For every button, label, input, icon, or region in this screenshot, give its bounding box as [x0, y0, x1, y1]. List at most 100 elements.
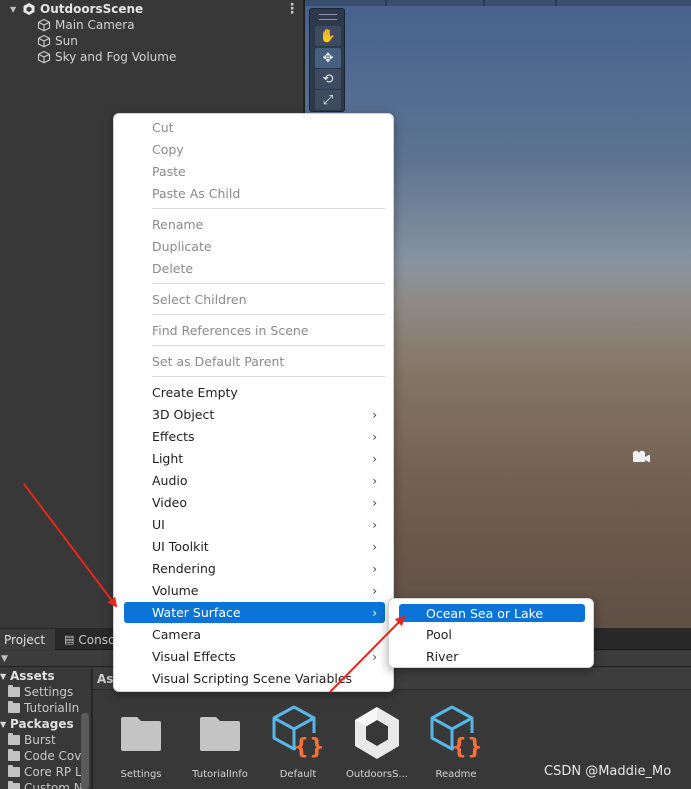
asset-label: Default: [279, 769, 317, 780]
submenu-item-river[interactable]: River: [399, 647, 585, 665]
dropdown-arrow-icon[interactable]: ▼: [1, 654, 8, 664]
fold-arrow-icon[interactable]: ▼: [0, 720, 10, 729]
chevron-right-icon: ›: [372, 583, 377, 598]
menu-item-label: Light: [152, 451, 184, 466]
tree-item-settings[interactable]: Settings: [8, 684, 73, 700]
tree-item-label: Packages: [10, 717, 74, 731]
menu-item-label: Volume: [152, 583, 199, 598]
menu-item-effects[interactable]: Effects ›: [124, 426, 385, 447]
tree-scrollbar[interactable]: [81, 713, 89, 789]
menu-item-label: Set as Default Parent: [152, 354, 285, 369]
tree-item-tutorialinfo[interactable]: TutorialIn: [8, 700, 79, 716]
menu-item-paste-as-child[interactable]: Paste As Child: [124, 183, 385, 204]
menu-item-paste[interactable]: Paste: [124, 161, 385, 182]
menu-item-light[interactable]: Light ›: [124, 448, 385, 469]
menu-separator: [152, 283, 385, 284]
menu-item-select-children[interactable]: Select Children: [124, 289, 385, 310]
scale-tool-button[interactable]: ⤢: [315, 90, 341, 110]
menu-item-audio[interactable]: Audio ›: [124, 470, 385, 491]
fold-arrow-icon[interactable]: ▼: [0, 672, 10, 681]
scale-icon: ⤢: [322, 92, 334, 108]
folder-icon: [200, 717, 240, 751]
hierarchy-item-label: Sun: [55, 34, 78, 48]
asset-tutorialinfo[interactable]: TutorialInfo: [184, 705, 256, 789]
menu-item-label: Find References in Scene: [152, 323, 309, 338]
hand-icon: ✋: [319, 28, 337, 44]
move-icon: ✥: [322, 50, 334, 66]
hierarchy-item-sky-fog-volume[interactable]: Sky and Fog Volume: [37, 49, 176, 65]
asset-default[interactable]: {} Default: [262, 705, 334, 789]
menu-item-label: Pool: [426, 626, 452, 642]
asset-readme[interactable]: {} Readme: [420, 705, 492, 789]
tree-item-core-rp[interactable]: Core RP L: [8, 764, 82, 780]
camera-gizmo-icon[interactable]: [630, 449, 652, 465]
scene-name: OutdoorsScene: [40, 2, 144, 16]
tree-item-code-coverage[interactable]: Code Cov: [8, 748, 81, 764]
chevron-right-icon: ›: [372, 605, 377, 620]
menu-item-visual-scripting-scene-variables[interactable]: Visual Scripting Scene Variables: [124, 668, 385, 689]
chevron-right-icon: ›: [372, 517, 377, 532]
tree-item-assets[interactable]: ▼ Assets: [0, 668, 55, 684]
menu-item-copy[interactable]: Copy: [124, 139, 385, 160]
tree-item-custom[interactable]: Custom N: [8, 780, 83, 789]
menu-item-duplicate[interactable]: Duplicate: [124, 236, 385, 257]
menu-item-volume[interactable]: Volume ›: [124, 580, 385, 601]
chevron-right-icon: ›: [372, 451, 377, 466]
tree-item-packages[interactable]: ▼ Packages: [0, 716, 74, 732]
menu-item-3d-object[interactable]: 3D Object ›: [124, 404, 385, 425]
tab-project[interactable]: Project: [0, 629, 55, 650]
menu-item-set-default-parent[interactable]: Set as Default Parent: [124, 351, 385, 372]
menu-item-label: Paste: [152, 164, 186, 179]
menu-item-find-references[interactable]: Find References in Scene: [124, 320, 385, 341]
menu-item-label: Paste As Child: [152, 186, 241, 201]
menu-item-delete[interactable]: Delete: [124, 258, 385, 279]
menu-separator: [152, 314, 385, 315]
watermark: CSDN @Maddie_Mo: [544, 764, 672, 779]
asset-settings[interactable]: Settings: [105, 705, 177, 789]
menu-separator: [152, 208, 385, 209]
folder-icon: [121, 717, 161, 751]
menu-item-label: Effects: [152, 429, 195, 444]
menu-item-ui[interactable]: UI ›: [124, 514, 385, 535]
rotate-tool-button[interactable]: ⟲: [315, 69, 341, 89]
menu-item-label: Rendering: [152, 561, 216, 576]
menu-item-camera[interactable]: Camera: [124, 624, 385, 645]
folder-icon: [8, 781, 20, 789]
menu-item-cut[interactable]: Cut: [124, 117, 385, 138]
folder-icon: [8, 733, 20, 745]
tree-item-burst[interactable]: Burst: [8, 732, 56, 748]
menu-item-label: Rename: [152, 217, 204, 232]
hierarchy-item-main-camera[interactable]: Main Camera: [37, 17, 135, 33]
menu-separator: [152, 376, 385, 377]
fold-arrow-icon[interactable]: ▼: [10, 5, 22, 14]
hand-tool-button[interactable]: ✋: [315, 26, 341, 46]
menu-item-video[interactable]: Video ›: [124, 492, 385, 513]
asset-label: Readme: [435, 769, 477, 780]
menu-item-label: Video: [152, 495, 188, 510]
menu-item-rendering[interactable]: Rendering ›: [124, 558, 385, 579]
menu-item-label: Duplicate: [152, 239, 212, 254]
drag-handle-icon[interactable]: [319, 14, 337, 20]
gameobject-cube-icon: [37, 50, 51, 64]
gameobject-cube-icon: [37, 34, 51, 48]
menu-item-visual-effects[interactable]: Visual Effects ›: [124, 646, 385, 667]
hierarchy-scene-row[interactable]: ▼ OutdoorsScene: [10, 1, 143, 17]
move-tool-button[interactable]: ✥: [315, 48, 341, 68]
chevron-right-icon: ›: [372, 407, 377, 422]
menu-separator: [152, 345, 385, 346]
submenu-item-ocean-sea-lake[interactable]: Ocean Sea or Lake: [399, 604, 585, 622]
hierarchy-menu-icon[interactable]: ⋮: [285, 1, 299, 17]
tab-console[interactable]: ▤ Conso: [60, 629, 120, 650]
menu-item-create-empty[interactable]: Create Empty: [124, 382, 385, 403]
submenu-item-pool[interactable]: Pool: [399, 625, 585, 643]
breadcrumb[interactable]: As: [97, 672, 113, 686]
script-asset-icon: {}: [430, 705, 483, 760]
menu-item-water-surface[interactable]: Water Surface ›: [124, 602, 385, 623]
menu-item-rename[interactable]: Rename: [124, 214, 385, 235]
menu-item-ui-toolkit[interactable]: UI Toolkit ›: [124, 536, 385, 557]
menu-item-label: Copy: [152, 142, 184, 157]
hierarchy-item-sun[interactable]: Sun: [37, 33, 78, 49]
asset-outdoors-scene[interactable]: OutdoorsS...: [341, 705, 413, 789]
svg-text:{}: {}: [451, 735, 482, 760]
chevron-right-icon: ›: [372, 429, 377, 444]
